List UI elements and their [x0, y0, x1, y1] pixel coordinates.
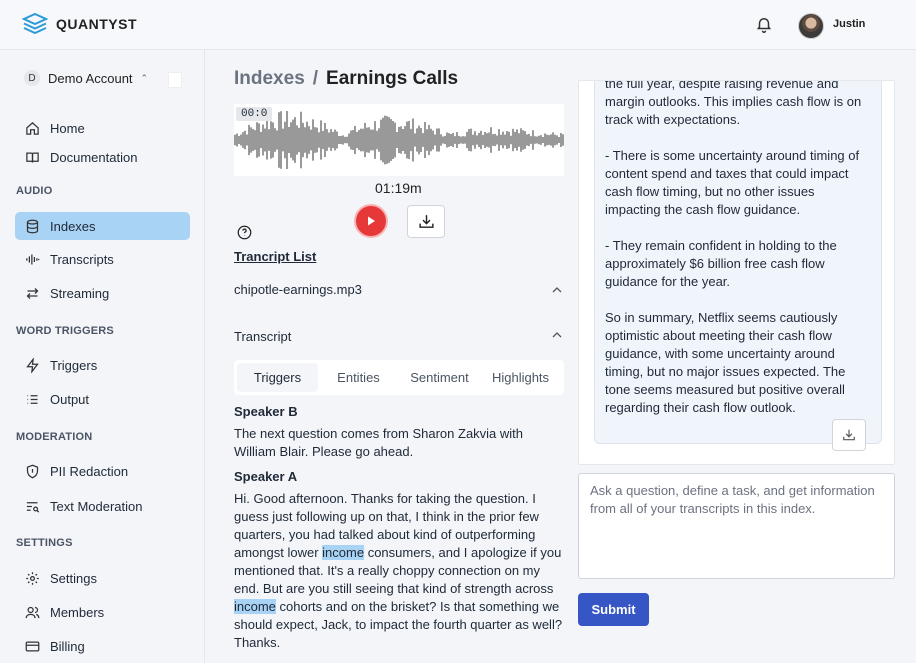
sidebar-item-documentation[interactable]: Documentation: [15, 143, 190, 171]
sidebar-item-label: Documentation: [50, 149, 138, 165]
app-name: QUANTYST: [56, 16, 137, 32]
submit-button[interactable]: Submit: [578, 593, 649, 626]
sidebar-item-label: Streaming: [50, 285, 110, 301]
sidebar-item-label: Home: [50, 120, 85, 136]
transcript-text-segment: cohorts and on the brisket? Is that some…: [234, 599, 563, 650]
chevron-up-down-icon: ⌃: [140, 72, 149, 83]
download-response-button[interactable]: [832, 419, 866, 451]
tab-entities[interactable]: Entities: [318, 363, 399, 392]
list-icon: [27, 394, 38, 404]
sidebar-item-label: PII Redaction: [50, 463, 129, 479]
avatar[interactable]: [798, 13, 824, 39]
waveform-icon: [26, 254, 40, 264]
breadcrumb-separator: /: [312, 68, 319, 89]
sidebar-item-streaming[interactable]: Streaming: [15, 279, 190, 307]
audio-duration: 01:19m: [375, 180, 422, 196]
audio-waveform[interactable]: [234, 104, 564, 176]
section-label-word-triggers: WORD TRIGGERS: [16, 325, 114, 337]
tab-sentiment[interactable]: Sentiment: [399, 363, 480, 392]
sidebar-item-indexes[interactable]: Indexes: [15, 212, 190, 240]
gear-icon: [26, 571, 39, 585]
keyword-highlight[interactable]: income: [234, 599, 276, 614]
download-icon: [418, 215, 434, 228]
chevron-up-icon[interactable]: [552, 287, 562, 293]
sidebar-item-label: Text Moderation: [50, 498, 143, 514]
play-button[interactable]: [354, 204, 388, 238]
sidebar-item-text-moderation[interactable]: Text Moderation: [15, 492, 190, 520]
transcript-tabs: Triggers Entities Sentiment Highlights: [234, 360, 564, 395]
sidebar-item-triggers[interactable]: Triggers: [15, 351, 190, 379]
account-name: Demo Account: [48, 70, 133, 86]
help-icon[interactable]: [237, 225, 252, 240]
keyword-highlight[interactable]: income: [322, 545, 365, 560]
file-name: chipotle-earnings.mp3: [234, 282, 362, 297]
section-label-settings: SETTINGS: [16, 537, 73, 549]
text-search-icon: [26, 501, 40, 513]
download-icon: [843, 429, 855, 441]
sidebar-item-label: Indexes: [50, 218, 96, 234]
prompt-input[interactable]: [578, 473, 895, 579]
sidebar-item-pii-redaction[interactable]: PII Redaction: [15, 457, 190, 485]
shield-icon: [26, 464, 39, 478]
transcript-list-title[interactable]: Trancript List: [234, 249, 316, 264]
user-name[interactable]: Justin: [833, 18, 865, 30]
account-badge: D: [24, 70, 40, 86]
speaker-label: Speaker A: [234, 469, 298, 484]
bolt-icon: [26, 357, 39, 373]
top-bar: QUANTYST Justin: [0, 0, 916, 50]
chat-panel: the full year, despite raising revenue a…: [578, 80, 895, 465]
sidebar-item-settings[interactable]: Settings: [15, 564, 190, 592]
sidebar-item-label: Billing: [50, 638, 85, 654]
sidebar-item-label: Transcripts: [50, 251, 114, 267]
chevron-up-icon[interactable]: [552, 332, 562, 338]
file-accordion-header[interactable]: chipotle-earnings.mp3: [234, 282, 564, 297]
playback-time: 00:0: [236, 107, 273, 121]
card-icon: [25, 641, 40, 651]
tab-triggers[interactable]: Triggers: [237, 363, 318, 392]
speaker-label: Speaker B: [234, 404, 298, 419]
sidebar-item-members[interactable]: Members: [15, 598, 190, 626]
sidebar-item-label: Output: [50, 391, 90, 407]
play-icon: [368, 216, 375, 226]
breadcrumb: Indexes / Earnings Calls: [234, 68, 458, 90]
sidebar-item-label: Members: [50, 604, 105, 620]
transcript-accordion-header[interactable]: Transcript: [234, 329, 291, 344]
chat-response: the full year, despite raising revenue a…: [594, 81, 882, 444]
app-logo[interactable]: QUANTYST: [22, 12, 137, 36]
sidebar-item-transcripts[interactable]: Transcripts: [15, 245, 190, 273]
account-switcher[interactable]: D Demo Account ⌃: [24, 70, 148, 86]
book-icon: [26, 152, 39, 163]
breadcrumb-parent[interactable]: Indexes: [234, 68, 305, 89]
transcript-text: Hi. Good afternoon. Thanks for taking th…: [234, 490, 564, 652]
home-icon: [26, 121, 39, 135]
sidebar-item-home[interactable]: Home: [15, 114, 190, 142]
waveform-graphic: [234, 110, 564, 170]
page-title: Earnings Calls: [326, 68, 459, 89]
database-icon: [26, 219, 39, 233]
sidebar-item-billing[interactable]: Billing: [15, 632, 190, 660]
section-label-audio: AUDIO: [16, 185, 53, 197]
tab-highlights[interactable]: Highlights: [480, 363, 561, 392]
chat-response-text: the full year, despite raising revenue a…: [605, 81, 862, 415]
section-label-moderation: MODERATION: [16, 431, 93, 443]
logo-icon: [22, 12, 48, 35]
bell-icon[interactable]: [755, 15, 773, 33]
transcript-text: The next question comes from Sharon Zakv…: [234, 426, 524, 459]
users-icon: [25, 606, 40, 618]
sidebar-item-label: Settings: [50, 570, 97, 586]
account-action-box[interactable]: [168, 72, 182, 88]
arrows-icon: [26, 287, 39, 299]
sidebar-item-label: Triggers: [50, 357, 98, 373]
download-audio-button[interactable]: [407, 205, 445, 238]
sidebar-item-output[interactable]: Output: [15, 385, 190, 413]
